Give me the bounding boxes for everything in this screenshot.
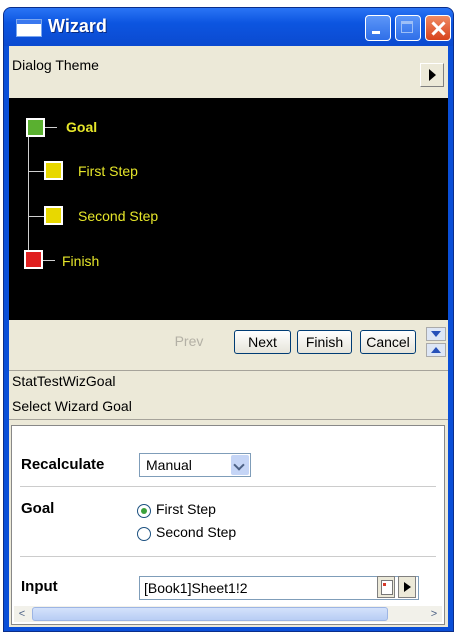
wizard-step-tree: Goal First Step Second Step Finish xyxy=(9,98,448,320)
dialog-client: Dialog Theme Goal First Step Second Step… xyxy=(9,46,448,627)
tree-connector xyxy=(45,127,57,128)
dialog-theme-bar: Dialog Theme xyxy=(9,46,448,90)
recalculate-dropdown[interactable]: Manual xyxy=(139,453,251,477)
window-icon xyxy=(16,19,42,37)
horizontal-scrollbar[interactable]: < > xyxy=(14,606,442,622)
window-title: Wizard xyxy=(48,16,107,36)
chevron-down-icon[interactable] xyxy=(231,455,249,475)
prev-button[interactable]: Prev xyxy=(167,330,211,354)
tree-node-second-step-marker[interactable] xyxy=(44,206,63,225)
collapse-expand-spinner[interactable] xyxy=(426,327,446,357)
chevron-down-icon[interactable] xyxy=(426,327,446,341)
theme-menu-arrow-button[interactable] xyxy=(420,63,444,87)
select-range-icon[interactable] xyxy=(377,576,395,598)
tree-connector-vertical xyxy=(28,135,29,250)
wizard-nav-bar: Prev Next Finish Cancel xyxy=(9,320,448,363)
tree-node-first-step[interactable]: First Step xyxy=(78,163,138,179)
title-bar[interactable]: Wizard xyxy=(4,8,453,46)
tree-connector xyxy=(43,260,55,261)
row-divider xyxy=(20,486,436,487)
close-button[interactable] xyxy=(425,15,451,41)
dialog-theme-label: Dialog Theme xyxy=(12,57,99,73)
goal-radio-first-step[interactable] xyxy=(137,504,151,518)
wizard-description: Select Wizard Goal xyxy=(12,398,132,414)
input-label: Input xyxy=(21,578,58,595)
goal-option-first-step[interactable]: First Step xyxy=(156,501,216,517)
wizard-window: Wizard Dialog Theme Goal First Step Seco… xyxy=(3,7,454,632)
wizard-name: StatTestWizGoal xyxy=(12,373,116,389)
chevron-up-icon[interactable] xyxy=(426,343,446,357)
goal-label: Goal xyxy=(21,500,55,517)
scrollbar-thumb[interactable] xyxy=(32,607,388,621)
input-menu-arrow-icon[interactable] xyxy=(398,576,416,598)
scroll-right-icon[interactable]: > xyxy=(426,606,442,622)
cancel-button[interactable]: Cancel xyxy=(360,330,416,354)
goal-option-second-step[interactable]: Second Step xyxy=(156,524,236,540)
row-divider xyxy=(20,556,436,557)
settings-panel: Recalculate Manual Goal First Step Secon… xyxy=(11,425,445,625)
tree-node-second-step[interactable]: Second Step xyxy=(78,208,158,224)
tree-node-finish-marker[interactable] xyxy=(24,250,43,269)
divider xyxy=(9,419,448,420)
tree-node-finish[interactable]: Finish xyxy=(62,253,99,269)
recalculate-label: Recalculate xyxy=(21,456,105,473)
tree-node-first-step-marker[interactable] xyxy=(44,161,63,180)
maximize-button[interactable] xyxy=(395,15,421,41)
recalculate-value: Manual xyxy=(146,457,192,473)
next-button[interactable]: Next xyxy=(234,330,291,354)
minimize-button[interactable] xyxy=(365,15,391,41)
tree-node-goal[interactable]: Goal xyxy=(66,119,97,135)
scroll-left-icon[interactable]: < xyxy=(14,606,30,622)
divider xyxy=(9,370,448,371)
tree-node-goal-marker[interactable] xyxy=(26,118,45,137)
input-range-text[interactable] xyxy=(144,580,374,596)
goal-radio-second-step[interactable] xyxy=(137,527,151,541)
finish-button[interactable]: Finish xyxy=(297,330,352,354)
